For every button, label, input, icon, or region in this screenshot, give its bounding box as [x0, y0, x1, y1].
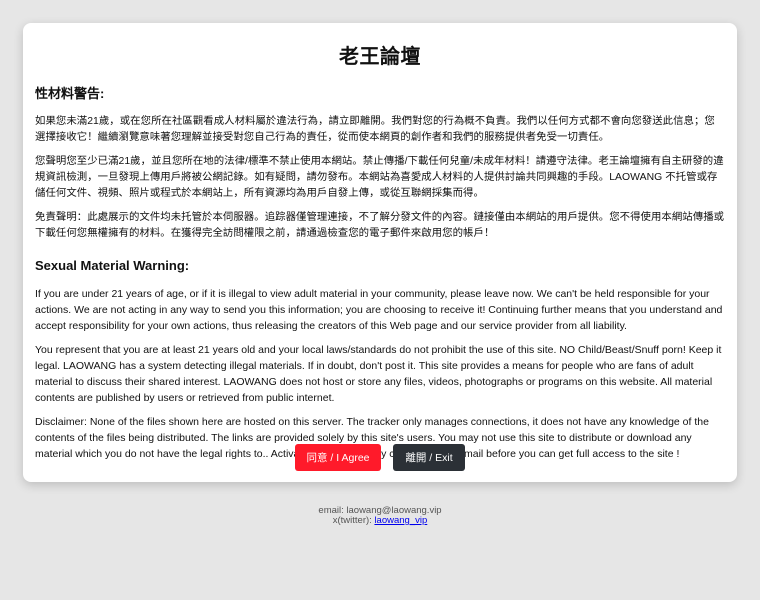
en-warning-heading: Sexual Material Warning:: [35, 258, 190, 273]
en-paragraph-2: You represent that you are at least 21 y…: [35, 344, 722, 404]
footer-twitter: x(twitter): laowang_vip: [0, 516, 760, 526]
zh-paragraph-1: 如果您未滿21歲，或在您所在社區觀看成人材料屬於違法行為，請立即離開。我們對您的…: [35, 116, 715, 143]
zh-paragraph-3: 免責聲明：此處展示的文件均未托管於本伺服器。追踪器僅管理連接，不了解分發文件的內…: [35, 212, 725, 239]
exit-button[interactable]: 離開 / Exit: [393, 444, 465, 471]
warning-card: 老王論壇 性材料警告: 如果您未滿21歲，或在您所在社區觀看成人材料屬於違法行為…: [23, 23, 737, 482]
en-paragraph-1: If you are under 21 years of age, or if …: [35, 288, 723, 332]
agree-button[interactable]: 同意 / I Agree: [295, 444, 381, 471]
footer: email: laowang@laowang.vip x(twitter): l…: [0, 506, 760, 526]
twitter-link[interactable]: laowang_vip: [374, 515, 427, 526]
page-title: 老王論壇: [339, 46, 421, 68]
action-buttons: 同意 / I Agree 離開 / Exit: [23, 444, 737, 471]
twitter-label: x(twitter):: [332, 515, 375, 526]
zh-warning-heading: 性材料警告:: [35, 86, 105, 101]
zh-paragraph-2: 您聲明您至少已滿21歲，並且您所在地的法律/標準不禁止使用本網站。禁止傳播/下載…: [35, 156, 724, 199]
